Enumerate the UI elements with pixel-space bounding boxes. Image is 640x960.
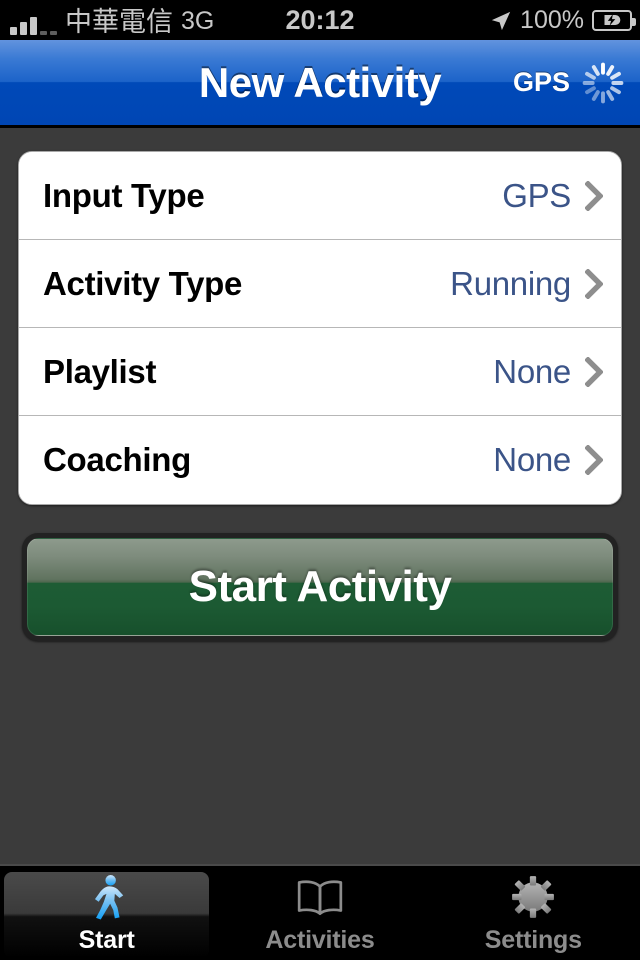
runner-icon [81,872,133,922]
status-bar-right: 100% [490,5,636,35]
row-value: None [493,441,571,478]
tab-label: Settings [484,925,582,954]
settings-row-playlist[interactable]: Playlist None [19,328,621,416]
gear-icon [507,872,559,922]
gps-status-indicator: GPS [513,60,626,106]
row-label: Playlist [43,352,157,390]
settings-group: Input Type GPS Activity Type Running Pla… [18,151,622,505]
start-activity-button-face: Start Activity [27,538,613,636]
row-value: GPS [502,176,571,214]
row-value: None [493,352,571,390]
battery-percent: 100% [520,5,584,34]
row-label: Activity Type [43,264,243,302]
settings-row-coaching[interactable]: Coaching None [19,416,621,504]
chevron-right-icon [585,268,603,299]
app-screen: 中華電信 3G 20:12 100% New Activity GPS Inpu… [0,0,640,960]
row-label: Coaching [43,441,191,478]
tab-bar: Start Activities Settings [0,864,640,960]
chevron-right-icon [585,180,603,211]
activity-spinner-icon [582,62,624,103]
chevron-right-icon [585,445,603,475]
book-icon [294,872,346,922]
settings-row-activity-type[interactable]: Activity Type Running [19,240,621,328]
start-activity-button[interactable]: Start Activity [22,533,618,641]
settings-row-input-type[interactable]: Input Type GPS [19,152,621,240]
tab-start[interactable]: Start [0,866,213,960]
battery-charging-icon [592,9,636,31]
status-bar: 中華電信 3G 20:12 100% [0,0,640,40]
row-value: Running [450,264,571,302]
start-activity-label: Start Activity [188,562,452,611]
tab-label: Start [78,925,135,954]
gps-label: GPS [512,67,570,97]
tab-label: Activities [265,925,375,954]
tab-activities[interactable]: Activities [213,866,426,960]
chevron-right-icon [585,356,603,387]
tab-settings[interactable]: Settings [427,866,640,960]
row-label: Input Type [43,176,205,214]
navigation-bar: New Activity GPS [0,40,640,128]
location-arrow-icon [491,11,511,31]
